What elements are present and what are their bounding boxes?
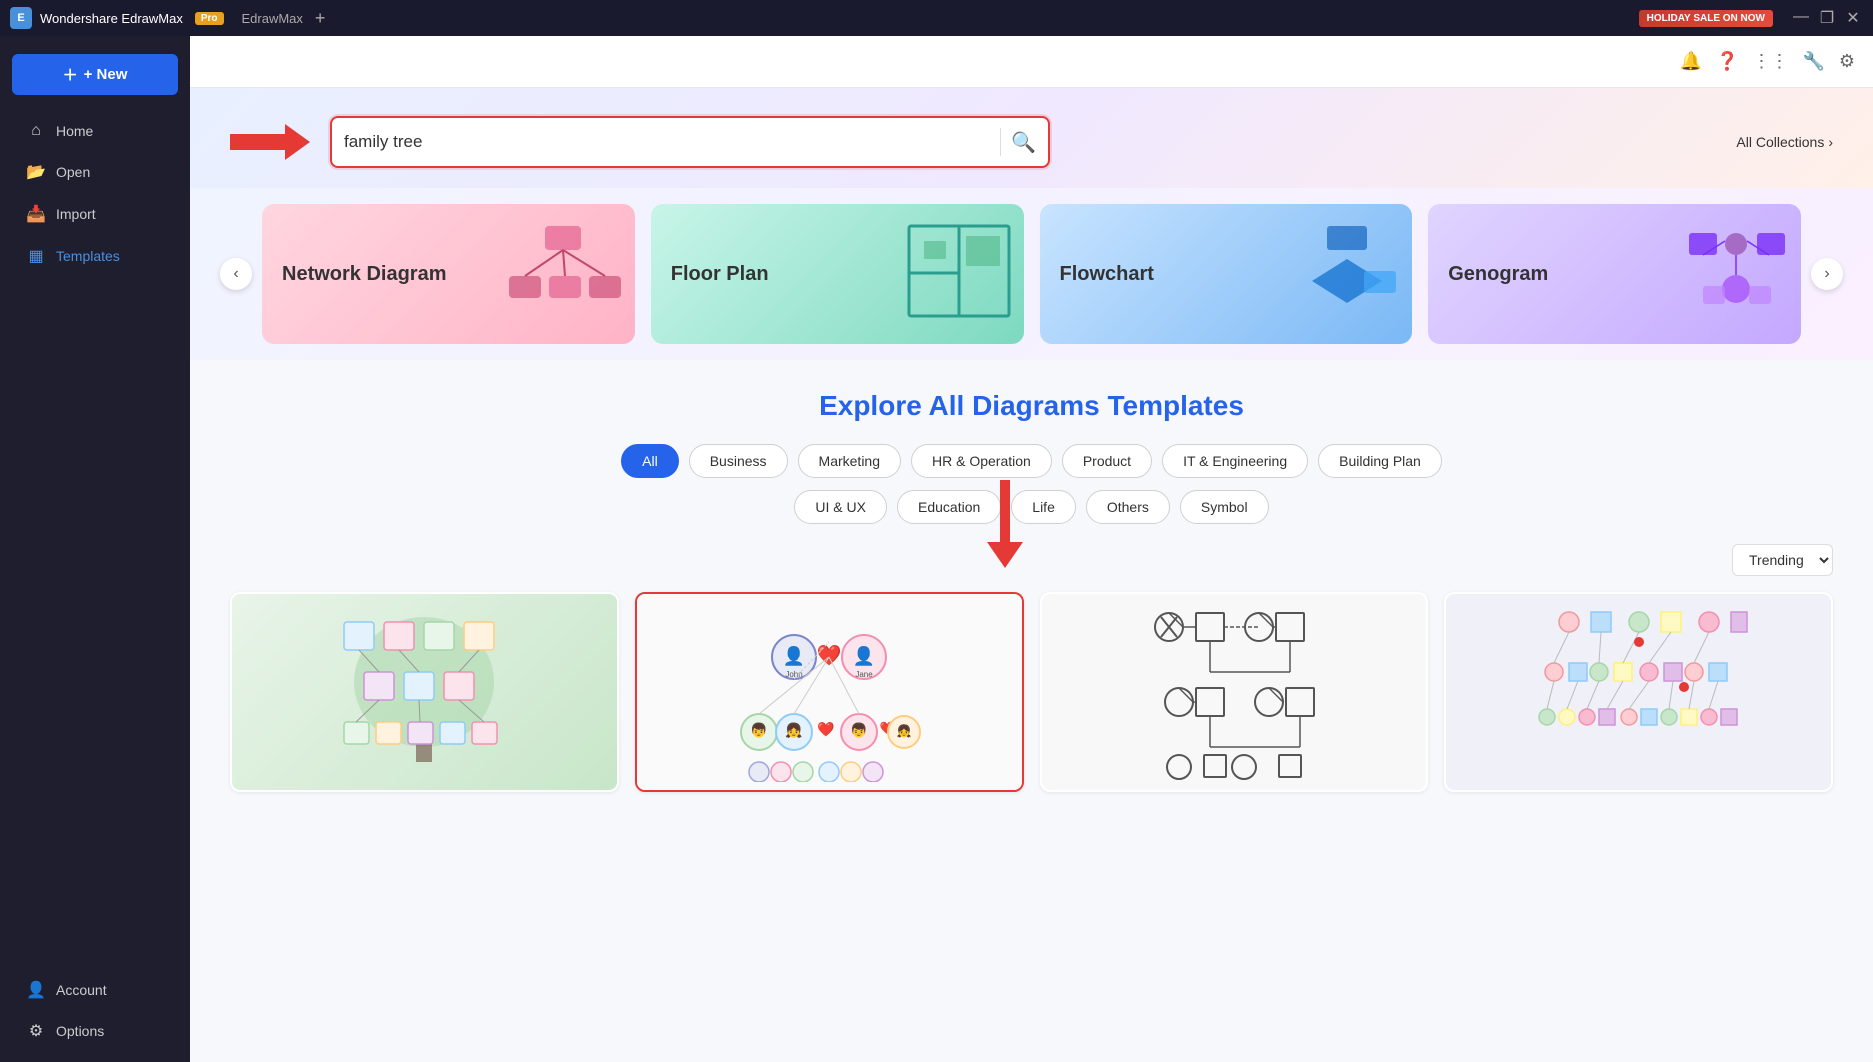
titlebar: E Wondershare EdrawMax Pro EdrawMax + HO… (0, 0, 1873, 36)
diagram-cards-container: Network Diagram Fl (262, 204, 1801, 344)
filter-pill-business[interactable]: Business (689, 444, 788, 478)
sidebar-item-templates-label: Templates (56, 248, 120, 264)
template-card-1[interactable] (230, 592, 619, 792)
filter-pill-life[interactable]: Life (1011, 490, 1076, 524)
template-card-2[interactable]: 👤 John ❤️ 👤 Jane 👦 👧 (635, 592, 1024, 792)
diagram-card-genogram[interactable]: Genogram (1428, 204, 1801, 344)
home-icon: ⌂ (26, 122, 46, 140)
plus-icon: ＋ (63, 64, 78, 85)
sidebar-item-import[interactable]: 📥 Import (8, 194, 182, 234)
search-button[interactable]: 🔍 (1011, 130, 1036, 155)
import-icon: 📥 (26, 204, 46, 224)
template-grid: 👤 John ❤️ 👤 Jane 👦 👧 (230, 592, 1833, 792)
filter-pill-product[interactable]: Product (1062, 444, 1152, 478)
tab-label[interactable]: EdrawMax (242, 11, 303, 26)
sidebar-item-open[interactable]: 📂 Open (8, 152, 182, 192)
svg-text:❤️: ❤️ (817, 721, 835, 737)
tools-icon[interactable]: 🔧 (1802, 51, 1824, 72)
filter-pill-ui[interactable]: UI & UX (794, 490, 887, 524)
sidebar-item-options[interactable]: ⚙ Options (8, 1011, 182, 1051)
explore-section: Explore All Diagrams Templates All Busin… (190, 360, 1873, 812)
svg-text:John: John (785, 670, 802, 679)
sidebar-item-options-label: Options (56, 1023, 104, 1039)
svg-text:👦: 👦 (850, 722, 867, 739)
svg-text:👧: 👧 (785, 722, 802, 739)
diagram-card-flowchart[interactable]: Flowchart (1040, 204, 1413, 344)
notification-icon[interactable]: 🔔 (1680, 51, 1702, 72)
holiday-banner: HOLIDAY SALE ON NOW (1639, 10, 1773, 27)
search-area: 🔍 All Collections › (190, 88, 1873, 188)
flowchart-icon (1292, 221, 1402, 327)
search-divider (1000, 128, 1001, 156)
all-collections-link[interactable]: All Collections › (1736, 134, 1833, 150)
template-card-img-4 (1446, 594, 1831, 790)
search-box: 🔍 (330, 116, 1050, 168)
template-card-4[interactable] (1444, 592, 1833, 792)
template-card-3[interactable] (1040, 592, 1429, 792)
diagram-cards-row: ‹ Network Diagram (190, 188, 1873, 360)
main-content: 🔔 ❓ ⋮⋮ 🔧 ⚙ 🔍 All Collections (190, 36, 1873, 1062)
filter-pill-marketing[interactable]: Marketing (798, 444, 901, 478)
app-logo: E (10, 7, 32, 29)
next-arrow-button[interactable]: › (1811, 258, 1843, 290)
sidebar: ＋ + New ⌂ Home 📂 Open 📥 Import ▦ Templat… (0, 36, 190, 1062)
minimize-button[interactable]: — (1791, 8, 1811, 28)
filter-pill-others[interactable]: Others (1086, 490, 1170, 524)
grid-icon[interactable]: ⋮⋮ (1752, 51, 1788, 72)
svg-text:👤: 👤 (783, 645, 805, 666)
template-card-img-2: 👤 John ❤️ 👤 Jane 👦 👧 (637, 594, 1022, 790)
svg-text:Jane: Jane (855, 670, 873, 679)
close-button[interactable]: ✕ (1843, 8, 1863, 28)
open-icon: 📂 (26, 162, 46, 182)
floorplan-icon (904, 221, 1014, 327)
search-icon: 🔍 (1011, 132, 1036, 154)
sidebar-item-templates[interactable]: ▦ Templates (8, 236, 182, 276)
diagram-card-floorplan[interactable]: Floor Plan (651, 204, 1024, 344)
filter-pills-row2: UI & UX Education Life Others Symbol (794, 490, 1268, 524)
svg-text:👦: 👦 (750, 722, 767, 739)
filter-pill-all[interactable]: All (621, 444, 679, 478)
prev-arrow-button[interactable]: ‹ (220, 258, 252, 290)
network-icon (505, 221, 625, 327)
help-icon[interactable]: ❓ (1716, 51, 1738, 72)
genogram-icon (1681, 221, 1791, 327)
chevron-right-icon: › (1828, 134, 1833, 150)
sidebar-item-import-label: Import (56, 206, 96, 222)
filter-pill-education[interactable]: Education (897, 490, 1001, 524)
search-input[interactable] (344, 132, 990, 152)
app-name: Wondershare EdrawMax (40, 11, 183, 26)
add-tab-button[interactable]: + (315, 8, 326, 29)
filter-pills-row1: All Business Marketing HR & Operation Pr… (230, 444, 1833, 478)
pro-badge: Pro (195, 12, 224, 25)
topbar: 🔔 ❓ ⋮⋮ 🔧 ⚙ (190, 36, 1873, 88)
sort-select[interactable]: Trending Newest Popular (1732, 544, 1833, 576)
diagram-card-network[interactable]: Network Diagram (262, 204, 635, 344)
filter-pill-hr[interactable]: HR & Operation (911, 444, 1052, 478)
template-card-img-1 (232, 594, 617, 790)
options-icon: ⚙ (26, 1021, 46, 1041)
sidebar-item-home[interactable]: ⌂ Home (8, 112, 182, 150)
sidebar-item-account[interactable]: 👤 Account (8, 970, 182, 1010)
new-button[interactable]: ＋ + New (12, 54, 178, 95)
sidebar-item-open-label: Open (56, 164, 90, 180)
sort-row: Trending Newest Popular (230, 544, 1833, 576)
svg-text:👧: 👧 (897, 724, 912, 738)
settings-icon[interactable]: ⚙ (1839, 51, 1855, 72)
filter-pill-it[interactable]: IT & Engineering (1162, 444, 1308, 478)
templates-icon: ▦ (26, 246, 46, 266)
filter-pill-building[interactable]: Building Plan (1318, 444, 1442, 478)
maximize-button[interactable]: ❐ (1817, 8, 1837, 28)
explore-title: Explore All Diagrams Templates (230, 390, 1833, 422)
svg-text:👤: 👤 (853, 645, 875, 666)
template-card-img-3 (1042, 594, 1427, 790)
window-controls: — ❐ ✕ (1791, 8, 1863, 28)
sidebar-item-account-label: Account (56, 982, 107, 998)
sidebar-item-home-label: Home (56, 123, 93, 139)
account-icon: 👤 (26, 980, 46, 1000)
filter-pill-symbol[interactable]: Symbol (1180, 490, 1269, 524)
search-arrow-annotation (230, 120, 310, 164)
